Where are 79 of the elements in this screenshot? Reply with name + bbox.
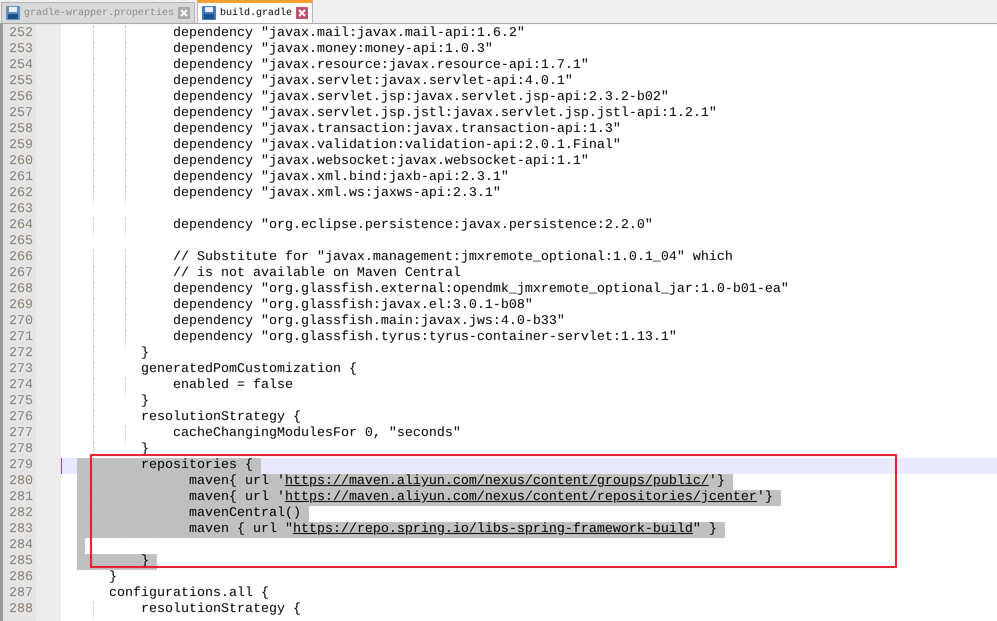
- line-number: 288: [9, 602, 33, 617]
- code-line: dependency "org.glassfish.tyrus:tyrus-container-servlet:1.13.1": [172, 330, 677, 345]
- code-text: maven { url ": [188, 522, 293, 537]
- code-line: // Substitute for "javax.management:jmxremote_optional:1.0.1_04" which: [172, 250, 733, 265]
- line-number: 257: [9, 106, 33, 121]
- line-number: 273: [9, 362, 33, 377]
- code-line: dependency "javax.xml.ws:jaxws-api:2.3.1": [172, 186, 501, 201]
- line-number: 285: [9, 554, 33, 569]
- line-number: 254: [9, 58, 33, 73]
- code-line: dependency "org.glassfish.external:opendmk_jmxremote_optional_jar:1.0-b01-ea": [172, 282, 789, 297]
- text-caret: [61, 458, 62, 474]
- url-link[interactable]: https://maven.aliyun.com/nexus/content/groups/public/: [284, 474, 709, 489]
- code-line: dependency "javax.validation:validation-api:2.0.1.Final": [172, 138, 621, 153]
- code-text: maven{ url ': [188, 474, 285, 489]
- code-line: repositories {: [140, 458, 253, 473]
- line-number: 262: [9, 186, 33, 201]
- line-number: 282: [9, 506, 33, 521]
- code-line: dependency "org.glassfish:javax.el:3.0.1-b08": [172, 298, 533, 313]
- line-number: 266: [9, 250, 33, 265]
- code-line: cacheChangingModulesFor 0, "seconds": [172, 426, 461, 441]
- line-number: 269: [9, 298, 33, 313]
- line-number: 271: [9, 330, 33, 345]
- line-number: 261: [9, 170, 33, 185]
- code-line: }: [108, 570, 117, 585]
- code-text: maven{ url ': [188, 490, 285, 505]
- code-line: mavenCentral(): [188, 506, 301, 521]
- line-number: 256: [9, 90, 33, 105]
- line-number: 276: [9, 410, 33, 425]
- line-number: 275: [9, 394, 33, 409]
- line-number: 265: [9, 234, 33, 249]
- line-number: 263: [9, 202, 33, 217]
- line-number: 277: [9, 426, 33, 441]
- close-icon[interactable]: [178, 7, 190, 19]
- code-line: dependency "javax.xml.bind:jaxb-api:2.3.1": [172, 170, 509, 185]
- url-link[interactable]: https://maven.aliyun.com/nexus/content/repositories/jcenter: [284, 490, 757, 505]
- code-line: generatedPomCustomization {: [140, 362, 357, 377]
- code-text: " }: [692, 522, 717, 537]
- line-number: 278: [9, 442, 33, 457]
- code-line: enabled = false: [172, 378, 293, 393]
- line-number: 253: [9, 42, 33, 57]
- line-number: 274: [9, 378, 33, 393]
- close-icon[interactable]: [296, 7, 308, 19]
- code-line: dependency "javax.money:money-api:1.0.3": [172, 42, 493, 57]
- line-number: 259: [9, 138, 33, 153]
- code-line: dependency "javax.servlet.jsp:javax.servlet.jsp-api:2.3.2-b02": [172, 90, 669, 105]
- url-link[interactable]: https://repo.spring.io/libs-spring-framework-build: [292, 522, 693, 537]
- code-line: resolutionStrategy {: [140, 602, 301, 617]
- code-line: resolutionStrategy {: [140, 410, 301, 425]
- line-number: 260: [9, 154, 33, 169]
- line-number: 284: [9, 538, 33, 553]
- line-number: 264: [9, 218, 33, 233]
- line-number: 267: [9, 266, 33, 281]
- line-number: 279: [9, 458, 33, 473]
- code-line: dependency "javax.transaction:javax.transaction-api:1.3": [172, 122, 621, 137]
- line-number: 281: [9, 490, 33, 505]
- line-number: 255: [9, 74, 33, 89]
- line-number: 258: [9, 122, 33, 137]
- code-line: dependency "org.eclipse.persistence:javax.persistence:2.2.0": [172, 218, 653, 233]
- code-text: '}: [708, 474, 725, 489]
- code-line: dependency "javax.mail:javax.mail-api:1.6.2": [172, 26, 525, 41]
- line-number: 270: [9, 314, 33, 329]
- code-line: dependency "javax.servlet:javax.servlet-api:4.0.1": [172, 74, 573, 89]
- line-number: 283: [9, 522, 33, 537]
- code-line: dependency "javax.servlet.jsp.jstl:javax.servlet.jsp.jstl-api:1.2.1": [172, 106, 717, 121]
- code-line: }: [140, 394, 149, 409]
- line-number: 252: [9, 26, 33, 41]
- line-number: 287: [9, 586, 33, 601]
- line-number: 286: [9, 570, 33, 585]
- code-line: }: [140, 346, 149, 361]
- code-line: dependency "javax.websocket:javax.websocket-api:1.1": [172, 154, 589, 169]
- code-line: configurations.all {: [108, 586, 269, 601]
- code-text: '}: [756, 490, 773, 505]
- line-number: 280: [9, 474, 33, 489]
- line-number: 268: [9, 282, 33, 297]
- code-line: dependency "org.glassfish.main:javax.jws:4.0-b33": [172, 314, 565, 329]
- file-tab[interactable]: build.gradle: [197, 0, 314, 23]
- code-line: dependency "javax.resource:javax.resource-api:1.7.1": [172, 58, 589, 73]
- line-number: 272: [9, 346, 33, 361]
- code-line: // is not available on Maven Central: [172, 266, 461, 281]
